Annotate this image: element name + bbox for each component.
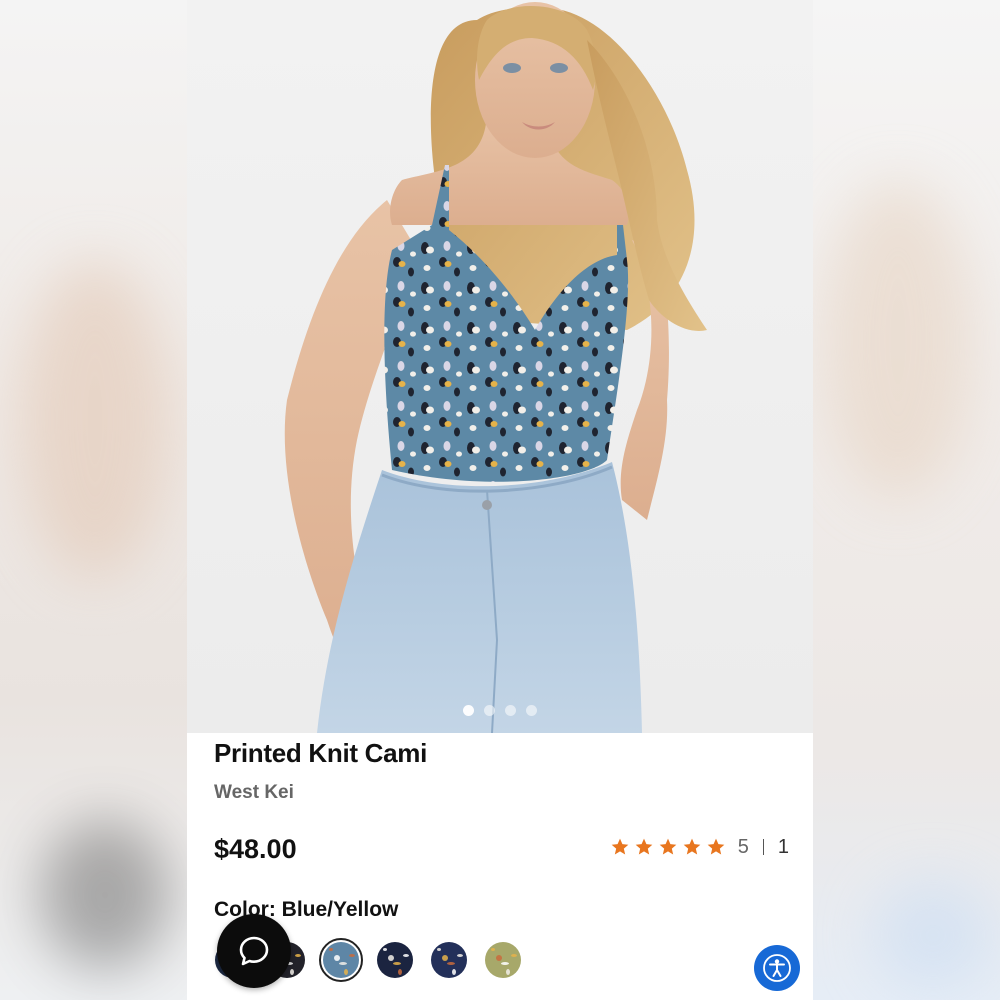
accessibility-button[interactable] [754,945,800,991]
carousel-dot[interactable] [463,705,474,716]
swatch-pattern-mark [496,955,502,961]
swatch-pattern-mark [511,954,517,957]
color-swatch-blue-yellow[interactable] [319,938,363,982]
star-icon [659,838,677,855]
star-icon [707,838,725,855]
carousel-dot[interactable] [505,705,516,716]
swatch-pattern-mark [491,948,495,951]
swatch-pattern-mark [344,969,348,975]
chat-button[interactable] [217,914,291,988]
model-photo-illustration [284,2,707,733]
swatch-pattern-mark [452,969,456,975]
swatch-pattern-mark [398,969,402,975]
star-icon [635,838,653,855]
blurred-background-left [0,0,187,1000]
accessibility-icon [763,954,791,982]
swatch-pattern-mark [290,969,294,975]
color-swatch-olive-camo[interactable] [485,942,521,978]
swatch-pattern-mark [334,955,340,961]
color-swatch-navy-dots[interactable] [377,942,413,978]
color-swatch-navy-white[interactable] [431,942,467,978]
rating-value: 5 [737,835,749,858]
product-title: Printed Knit Cami [214,738,428,768]
product-brand[interactable]: West Kei [214,782,294,804]
star-icon [611,838,629,855]
swatch-pattern-mark [457,954,463,957]
swatch-pattern-mark [349,954,355,957]
swatch-pattern-mark [506,969,510,975]
swatch-pattern-mark [403,954,409,957]
swatch-pattern-mark [339,962,347,965]
carousel-dot[interactable] [484,705,495,716]
rating-divider [762,839,764,855]
blurred-background-right [813,0,1000,1000]
product-image[interactable] [187,0,813,733]
star-icon [683,838,701,855]
carousel-dot[interactable] [526,705,537,716]
review-count: 1 [777,835,789,858]
rating-stars [610,837,726,857]
selected-color: Blue/Yellow [281,898,399,921]
chat-bubble-icon [239,936,269,966]
swatch-pattern-mark [329,948,333,951]
swatch-pattern-mark [388,955,394,961]
swatch-pattern-mark [447,962,455,965]
carousel-dots [187,705,813,716]
product-rating[interactable]: 5 1 [610,834,789,860]
swatch-pattern-mark [501,962,509,965]
swatch-pattern-mark [295,954,301,957]
product-page: Printed Knit Cami West Kei $48.00 5 1 Co… [187,0,813,1000]
swatch-pattern-mark [383,948,387,951]
product-price: $48.00 [214,834,297,864]
swatch-pattern-mark [437,948,441,951]
swatch-pattern-mark [393,962,401,965]
swatch-pattern-mark [442,955,448,961]
